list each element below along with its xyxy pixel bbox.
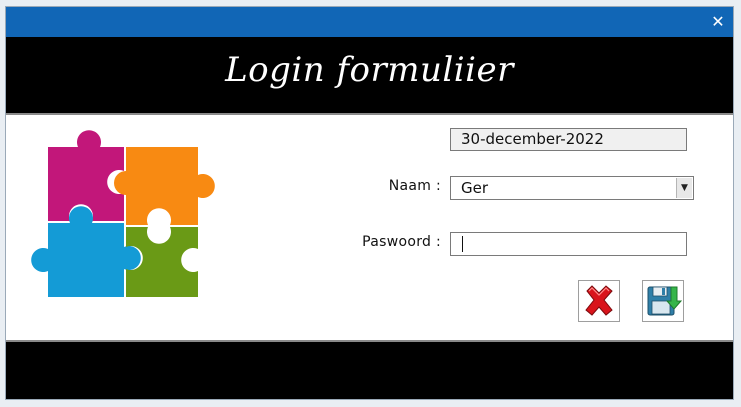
puzzle-logo (31, 130, 215, 297)
close-button[interactable]: ✕ (703, 7, 733, 37)
naam-label: Naam : (388, 178, 441, 194)
red-x-icon (585, 285, 613, 316)
text-caret (462, 236, 463, 252)
puzzle-piece-blue (31, 206, 141, 297)
footer-band (6, 340, 733, 399)
password-label: Paswoord : (362, 234, 441, 250)
cancel-button[interactable] (578, 280, 620, 322)
close-icon: ✕ (711, 12, 725, 31)
naam-selected-value: Ger (461, 179, 489, 197)
floppy-disk-save-icon (647, 286, 683, 316)
puzzle-piece-orange (114, 147, 215, 225)
dropdown-arrow-icon[interactable]: ▼ (676, 178, 692, 198)
password-input[interactable] (450, 232, 687, 256)
header-band: Login formuliier (6, 37, 733, 115)
title-bar: ✕ (6, 7, 733, 37)
form-title: Login formuliier (225, 50, 514, 90)
login-window: ✕ Login formuliier 30-december-2022 Naam… (5, 6, 734, 400)
date-display: 30-december-2022 (450, 128, 687, 151)
naam-select[interactable]: Ger ▼ (450, 176, 694, 200)
save-button[interactable] (642, 280, 684, 322)
